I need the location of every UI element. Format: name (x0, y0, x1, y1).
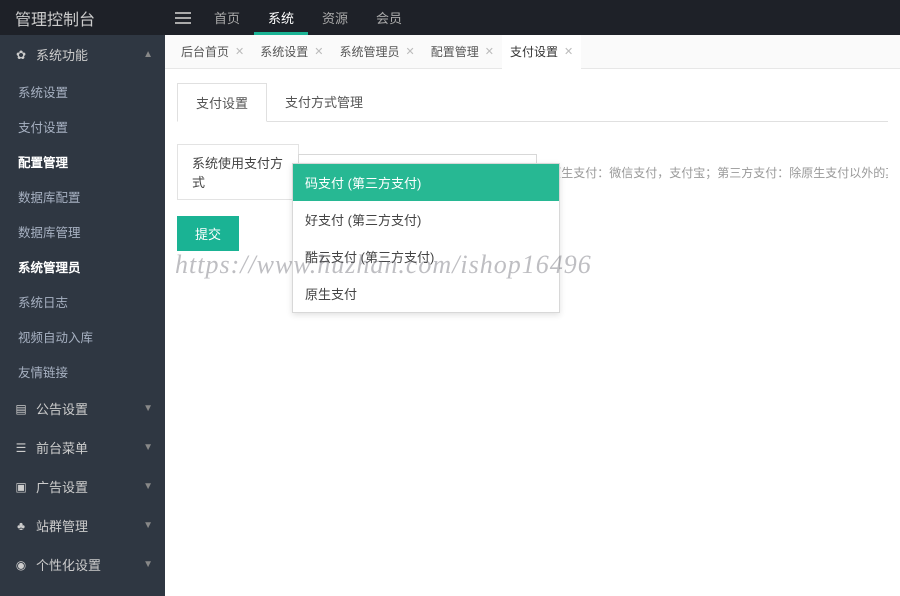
sidebar: ✿ 系统功能 ▲ 系统设置 支付设置 配置管理 数据库配置 数据库管理 系统管理… (0, 35, 165, 596)
page-tab-config[interactable]: 配置管理✕ (423, 35, 502, 69)
topnav-member[interactable]: 会员 (362, 0, 416, 35)
page-tabs: 后台首页✕ 系统设置✕ 系统管理员✕ 配置管理✕ 支付设置✕ (165, 35, 900, 69)
chevron-down-icon: ▼ (143, 403, 153, 414)
option-native[interactable]: 原生支付 (293, 275, 559, 312)
close-icon[interactable]: ✕ (564, 45, 573, 58)
top-nav: 首页 系统 资源 会员 (200, 0, 416, 35)
close-icon[interactable]: ✕ (405, 45, 414, 58)
list-icon: ☰ (12, 441, 30, 455)
sidebar-group-cards[interactable]: ✿ 卡密管理 ▼ (0, 584, 165, 596)
chevron-down-icon: ▼ (143, 442, 153, 453)
dashboard-icon: ◉ (12, 558, 30, 572)
gear-icon: ✿ (12, 48, 30, 62)
help-text: 原生支付：微信支付，支付宝；第三方支付：除原生支付以外的其他支付 (549, 164, 888, 181)
sidebar-item-system-settings[interactable]: 系统设置 (0, 74, 165, 109)
field-label-pay-method: 系统使用支付方式 (177, 144, 299, 200)
submit-button[interactable]: 提交 (177, 216, 239, 251)
sidebar-group-notice[interactable]: ▤ 公告设置 ▼ (0, 389, 165, 428)
pay-method-dropdown: 码支付 (第三方支付) 好支付 (第三方支付) 酷云支付 (第三方支付) 原生支… (292, 163, 560, 313)
sidebar-toggle[interactable] (165, 11, 200, 25)
sidebar-item-links[interactable]: 友情链接 (0, 354, 165, 389)
main-area: 后台首页✕ 系统设置✕ 系统管理员✕ 配置管理✕ 支付设置✕ 支付设置 支付方式… (165, 35, 900, 596)
sidebar-item-pay-settings[interactable]: 支付设置 (0, 109, 165, 144)
sidebar-group-label: 系统功能 (36, 45, 143, 64)
close-icon[interactable]: ✕ (314, 45, 323, 58)
sidebar-item-logs[interactable]: 系统日志 (0, 284, 165, 319)
inner-tabs: 支付设置 支付方式管理 (177, 83, 888, 122)
topnav-home[interactable]: 首页 (200, 0, 254, 35)
option-kuyunpay[interactable]: 酷云支付 (第三方支付) (293, 238, 559, 275)
sidebar-group-function[interactable]: ✿ 系统功能 ▲ (0, 35, 165, 74)
menu-icon (175, 11, 191, 25)
content-panel: 支付设置 支付方式管理 系统使用支付方式 码支付 (第三方支付) ▲ 原生支付：… (165, 69, 900, 596)
chevron-down-icon: ▼ (143, 520, 153, 531)
sitemap-icon: ♣ (12, 519, 30, 533)
chevron-up-icon: ▲ (143, 49, 153, 60)
book-icon: ▤ (12, 402, 30, 416)
option-haopay[interactable]: 好支付 (第三方支付) (293, 201, 559, 238)
sidebar-item-db-manage[interactable]: 数据库管理 (0, 214, 165, 249)
picture-icon: ▣ (12, 480, 30, 494)
sidebar-group-personalize[interactable]: ◉ 个性化设置 ▼ (0, 545, 165, 584)
sidebar-group-ads[interactable]: ▣ 广告设置 ▼ (0, 467, 165, 506)
chevron-down-icon: ▼ (143, 559, 153, 570)
sidebar-group-sites[interactable]: ♣ 站群管理 ▼ (0, 506, 165, 545)
topnav-resource[interactable]: 资源 (308, 0, 362, 35)
page-tab-system-settings[interactable]: 系统设置✕ (252, 35, 331, 69)
sidebar-item-video[interactable]: 视频自动入库 (0, 319, 165, 354)
page-tab-admin[interactable]: 系统管理员✕ (331, 35, 422, 69)
page-tab-pay[interactable]: 支付设置✕ (502, 35, 581, 69)
sidebar-item-db-config[interactable]: 数据库配置 (0, 179, 165, 214)
tab-pay-methods[interactable]: 支付方式管理 (267, 83, 381, 121)
sidebar-group-menu[interactable]: ☰ 前台菜单 ▼ (0, 428, 165, 467)
tab-pay-settings[interactable]: 支付设置 (177, 83, 267, 122)
option-mapay[interactable]: 码支付 (第三方支付) (293, 164, 559, 201)
close-icon[interactable]: ✕ (485, 45, 494, 58)
close-icon[interactable]: ✕ (235, 45, 244, 58)
page-tab-home[interactable]: 后台首页✕ (173, 35, 252, 69)
sidebar-item-config[interactable]: 配置管理 (0, 144, 165, 179)
sidebar-item-admin[interactable]: 系统管理员 (0, 249, 165, 284)
chevron-down-icon: ▼ (143, 481, 153, 492)
brand-title: 管理控制台 (0, 6, 165, 30)
topnav-system[interactable]: 系统 (254, 0, 308, 35)
